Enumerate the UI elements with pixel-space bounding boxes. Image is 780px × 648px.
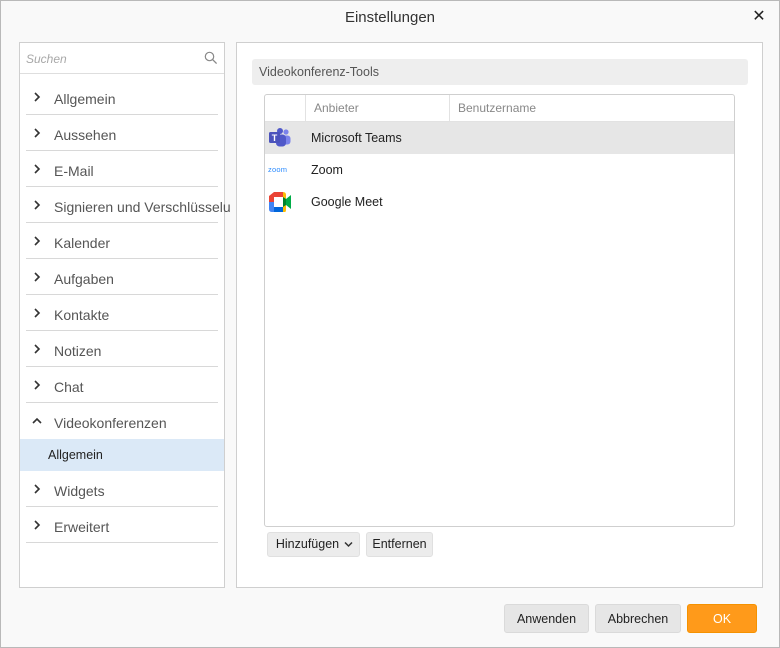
- close-button[interactable]: ✕: [751, 7, 767, 27]
- chevron-up-icon: [32, 417, 42, 424]
- provider-name: Zoom: [311, 163, 343, 177]
- chevron-right-icon: [34, 380, 41, 390]
- provider-name: Microsoft Teams: [311, 131, 402, 145]
- search-input[interactable]: [26, 50, 196, 68]
- section-title: Videokonferenz-Tools: [259, 65, 379, 79]
- nav-item-kalender[interactable]: Kalender: [20, 223, 224, 259]
- nav-item-label: Kontakte: [54, 307, 110, 323]
- chevron-down-icon: [344, 541, 353, 548]
- table-row[interactable]: T Microsoft Teams: [265, 122, 734, 154]
- nav-item-kontakte[interactable]: Kontakte: [20, 295, 224, 331]
- chevron-right-icon: [34, 344, 41, 354]
- remove-provider-button[interactable]: Entfernen: [366, 532, 433, 557]
- nav-item-aussehen[interactable]: Aussehen: [20, 115, 224, 151]
- nav-item-label: Kalender: [54, 235, 111, 251]
- nav-item-label: Videokonferenzen: [54, 415, 167, 431]
- nav-subitem-allgemein[interactable]: Allgemein: [20, 439, 224, 471]
- nav-subitem-label: Allgemein: [48, 448, 103, 462]
- add-provider-button[interactable]: Hinzufügen: [267, 532, 360, 557]
- dialog-title: Einstellungen: [344, 9, 436, 26]
- column-header-username[interactable]: Benutzername: [450, 95, 734, 122]
- table-header: Anbieter Benutzername: [265, 95, 734, 122]
- title-bar: Einstellungen ✕: [1, 1, 779, 35]
- nav-item-widgets[interactable]: Widgets: [20, 471, 224, 507]
- nav-item-signieren[interactable]: Signieren und Verschlüsselu: [20, 187, 231, 223]
- microsoft-teams-icon: T: [269, 128, 291, 147]
- nav-item-label: Notizen: [54, 343, 102, 359]
- provider-table: Anbieter Benutzername T Microsoft Teams …: [264, 94, 735, 527]
- chevron-right-icon: [34, 308, 41, 318]
- column-header-icon: [265, 95, 306, 122]
- search-icon[interactable]: [204, 51, 218, 65]
- svg-text:zoom: zoom: [268, 165, 287, 174]
- svg-text:T: T: [272, 133, 278, 143]
- nav-item-label: Allgemein: [54, 91, 116, 107]
- nav-item-chat[interactable]: Chat: [20, 367, 224, 403]
- nav-item-allgemein[interactable]: Allgemein: [20, 79, 224, 115]
- column-header-provider[interactable]: Anbieter: [306, 95, 450, 122]
- chevron-right-icon: [34, 128, 41, 138]
- settings-dialog: Einstellungen ✕ Allgemein Aussehen: [0, 0, 780, 648]
- table-row[interactable]: Google Meet: [265, 186, 734, 218]
- nav-item-erweitert[interactable]: Erweitert: [20, 507, 224, 543]
- nav-item-label: Widgets: [54, 483, 105, 499]
- nav-item-label: Aussehen: [54, 127, 117, 143]
- add-button-label: Hinzufügen: [275, 537, 340, 551]
- chevron-right-icon: [34, 200, 41, 210]
- search-box: [20, 43, 224, 74]
- settings-sidebar: Allgemein Aussehen E-Mail Signieren und …: [19, 42, 231, 588]
- nav-item-label: Erweitert: [54, 519, 110, 535]
- divider: [26, 542, 218, 543]
- section-header: Videokonferenz-Tools: [252, 59, 748, 85]
- settings-content: Videokonferenz-Tools Anbieter Benutzerna…: [236, 42, 763, 588]
- cancel-button[interactable]: Abbrechen: [595, 604, 681, 633]
- nav-item-aufgaben[interactable]: Aufgaben: [20, 259, 224, 295]
- settings-nav: Allgemein Aussehen E-Mail Signieren und …: [20, 79, 231, 543]
- nav-item-label: Aufgaben: [54, 271, 114, 287]
- chevron-right-icon: [34, 520, 41, 530]
- chevron-right-icon: [34, 92, 41, 102]
- nav-item-label: Chat: [54, 379, 84, 395]
- chevron-right-icon: [34, 236, 41, 246]
- google-meet-icon: [269, 192, 291, 212]
- provider-name: Google Meet: [311, 195, 383, 209]
- zoom-icon: zoom: [268, 165, 287, 174]
- chevron-right-icon: [34, 484, 41, 494]
- nav-item-email[interactable]: E-Mail: [20, 151, 224, 187]
- nav-item-label: Signieren und Verschlüsselu: [54, 199, 231, 215]
- chevron-right-icon: [34, 164, 41, 174]
- nav-item-notizen[interactable]: Notizen: [20, 331, 224, 367]
- nav-item-label: E-Mail: [54, 163, 94, 179]
- apply-button[interactable]: Anwenden: [504, 604, 589, 633]
- ok-button[interactable]: OK: [687, 604, 757, 633]
- nav-item-videokonferenzen[interactable]: Videokonferenzen: [20, 403, 224, 439]
- table-row[interactable]: zoom Zoom: [265, 154, 734, 186]
- chevron-right-icon: [34, 272, 41, 282]
